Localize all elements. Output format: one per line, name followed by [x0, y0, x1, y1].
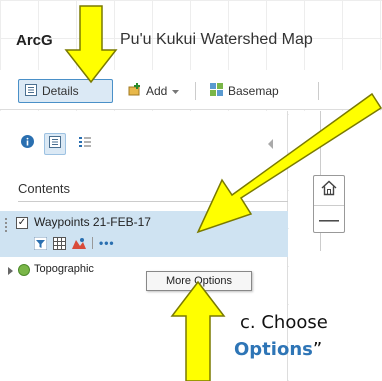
basemap-grid-icon	[210, 83, 223, 99]
home-button[interactable]	[314, 176, 344, 206]
map-navigation: —	[313, 175, 345, 233]
tab-contents[interactable]	[44, 133, 66, 155]
more-options-tooltip: More Options	[146, 271, 252, 291]
drag-handle-icon[interactable]	[4, 217, 8, 233]
expand-icon[interactable]	[8, 267, 13, 275]
add-label: Add	[146, 84, 168, 98]
chevron-down-icon	[172, 84, 180, 98]
toolbar: Details Add Basemap	[0, 70, 382, 110]
add-icon	[128, 83, 141, 99]
info-icon	[20, 135, 34, 153]
layer-name[interactable]: Topographic	[34, 263, 94, 275]
instruction-text-line2: Options”	[234, 339, 322, 360]
details-icon	[25, 83, 37, 99]
app-logo[interactable]: ArcG	[16, 32, 53, 49]
contents-icon	[49, 135, 61, 153]
layer-visibility-checkbox[interactable]: ✓	[16, 217, 28, 229]
tab-about[interactable]	[16, 133, 38, 155]
filter-icon[interactable]	[34, 236, 47, 250]
details-button[interactable]: Details	[18, 79, 113, 103]
layer-item-waypoints[interactable]: ✓ Waypoints 21-FEB-17 •••	[0, 211, 288, 257]
table-icon[interactable]	[53, 236, 66, 250]
instruction-highlight: Options	[234, 339, 313, 360]
zoom-out-button[interactable]: —	[314, 207, 344, 233]
tab-legend[interactable]	[74, 133, 96, 155]
instruction-quote: ”	[312, 339, 323, 360]
layer-tools: •••	[34, 235, 121, 251]
more-options-icon[interactable]: •••	[99, 236, 115, 250]
minus-icon: —	[319, 208, 339, 231]
panel-tabs	[0, 111, 288, 163]
basemap-label: Basemap	[228, 84, 279, 98]
details-label: Details	[42, 84, 79, 98]
basemap-globe-icon	[18, 264, 30, 276]
add-button[interactable]: Add	[128, 79, 180, 103]
layer-name[interactable]: Waypoints 21-FEB-17	[34, 215, 151, 229]
home-icon	[321, 180, 337, 201]
tool-divider	[92, 237, 93, 249]
legend-list-icon	[79, 135, 91, 153]
divider	[18, 201, 288, 202]
change-style-icon[interactable]	[72, 237, 86, 250]
contents-heading: Contents	[18, 181, 71, 196]
toolbar-divider	[318, 82, 319, 100]
app-header: ArcG Pu'u Kukui Watershed Map	[0, 22, 382, 66]
map-title: Pu'u Kukui Watershed Map	[120, 31, 313, 48]
collapse-panel-icon[interactable]	[268, 139, 273, 149]
toolbar-divider	[195, 82, 196, 100]
basemap-button[interactable]: Basemap	[210, 79, 279, 103]
instruction-text: c. Choose	[240, 312, 328, 333]
